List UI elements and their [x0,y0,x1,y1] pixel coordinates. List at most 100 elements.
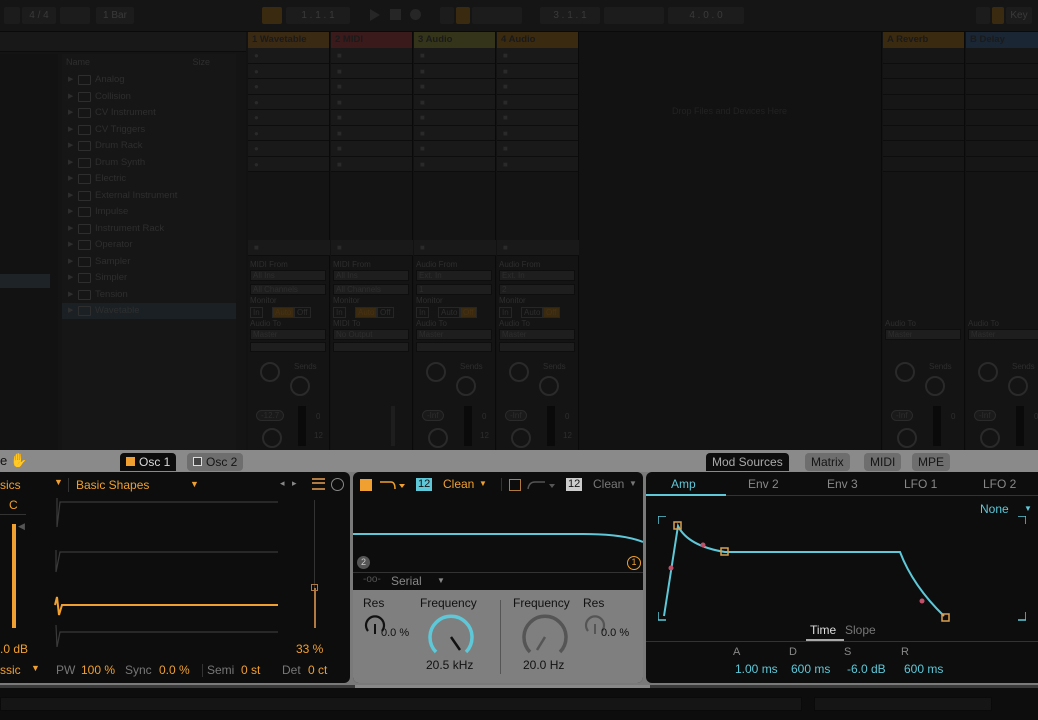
browser-item[interactable]: ▶ CV Triggers [62,122,236,138]
input-type-dropdown[interactable]: All Ins [250,270,326,281]
wavetable-view-list-icon[interactable] [312,478,325,490]
browser-item[interactable]: ▶ CV Instrument [62,105,236,121]
clip-slot[interactable]: ■ [497,141,578,157]
track-volume[interactable]: -Inf [505,410,527,421]
expand-arrow-icon[interactable]: ▶ [68,188,73,204]
clip-slot[interactable]: ■ [331,63,412,79]
track-title[interactable]: 2 MIDI [331,32,412,48]
filter-response-display[interactable] [353,512,643,562]
input-type-dropdown[interactable]: All Ins [333,270,409,281]
browser-item[interactable]: ▶ Drum Synth [62,155,236,171]
clip-stop-button[interactable]: ■ [497,240,579,256]
send-b-knob[interactable] [290,376,310,396]
filter1-frequency-knob[interactable] [426,612,476,658]
clip-slot[interactable]: ● [248,94,329,110]
filter2-circuit[interactable]: Clean [593,477,624,491]
tab-mod-sources[interactable]: Mod Sources [706,453,789,471]
tab-toggle-icon[interactable] [193,457,202,466]
automation-arm-icon[interactable] [456,7,470,24]
clip-slot[interactable]: ■ [331,156,412,172]
clip-slot[interactable]: ■ [331,141,412,157]
pw-value[interactable]: 100 % [81,663,115,677]
send-a-knob[interactable] [895,362,915,382]
clip-slot[interactable]: ■ [414,79,495,95]
send-b-knob[interactable] [456,376,476,396]
monitor-in-button[interactable]: In [250,307,263,318]
monitor-off-button[interactable]: Off [377,307,394,318]
subtab-env-3[interactable]: Env 3 [827,477,858,491]
track-title[interactable]: 4 Audio [497,32,578,48]
wavetable-display[interactable] [52,497,282,647]
filter1-badge[interactable]: 1 [627,556,641,570]
clip-slot[interactable]: ■ [414,141,495,157]
monitor-auto-button[interactable]: Auto [272,307,295,318]
view-time-button[interactable]: Time [810,623,836,637]
browser-item[interactable]: ▶ Operator [62,237,236,253]
clip-stop-button[interactable]: ■ [331,240,413,256]
subtab-lfo-1[interactable]: LFO 1 [904,477,937,491]
clip-slot[interactable]: ● [248,79,329,95]
tab-osc-1[interactable]: Osc 1 [120,453,177,471]
clip-slot[interactable]: ■ [414,125,495,141]
browser-item[interactable]: ▶ External Instrument [62,188,236,204]
clip-slot[interactable]: ■ [497,156,578,172]
monitor-auto-button[interactable]: Auto [521,307,544,318]
expand-arrow-icon[interactable]: ▶ [68,270,73,286]
clip-slot[interactable]: ■ [414,94,495,110]
output-channel-dropdown[interactable] [416,342,492,352]
expand-arrow-icon[interactable]: ▶ [68,72,73,88]
filter2-badge[interactable]: 2 [357,556,370,569]
osc-gain-value[interactable]: .0 dB [0,642,28,656]
filter1-type-lowpass-icon[interactable] [379,479,407,491]
session-record-icon[interactable] [440,7,454,24]
browser-item[interactable]: ▶ Electric [62,171,236,187]
track-volume[interactable]: -12.7 [256,410,285,421]
routing-dropdown-icon[interactable]: ▼ [437,576,445,585]
clip-slot[interactable]: ■ [497,110,578,126]
capture-icons[interactable] [472,7,522,24]
subtab-amp[interactable]: Amp [671,477,696,491]
track-volume[interactable]: -Inf [422,410,444,421]
computer-midi-keyboard-icon[interactable] [992,7,1004,24]
expand-arrow-icon[interactable]: ▶ [68,221,73,237]
category-dropdown-icon[interactable]: ▼ [54,477,63,487]
subtab-lfo-2[interactable]: LFO 2 [983,477,1016,491]
monitor-in-button[interactable]: In [499,307,512,318]
target-dropdown-icon[interactable]: ▼ [1024,504,1032,513]
output-channel-dropdown[interactable] [333,342,409,352]
env-param-value-s[interactable]: -6.0 dB [847,662,886,676]
subtab-env-2[interactable]: Env 2 [748,477,779,491]
play-icon[interactable] [370,9,380,21]
filter2-frequency-knob[interactable] [520,612,570,658]
filter2-freq-value[interactable]: 20.0 Hz [523,658,564,672]
tab-matrix[interactable]: Matrix [805,453,850,471]
browser-item[interactable]: ▶ Analog [62,72,236,88]
send-b-knob[interactable] [539,376,559,396]
filter2-res-value[interactable]: 0.0 % [601,627,629,639]
output-type-dropdown[interactable]: Master [250,329,326,340]
track-pan-knob[interactable] [428,428,448,448]
env-param-value-r[interactable]: 600 ms [904,662,943,676]
filter1-slope[interactable]: 12 [416,478,433,491]
expand-arrow-icon[interactable]: ▶ [68,204,73,220]
clip-slot[interactable]: ● [248,125,329,141]
monitor-off-button[interactable]: Off [294,307,311,318]
clip-slot[interactable]: ■ [414,63,495,79]
return-pan-knob[interactable] [897,428,917,448]
browser-item[interactable]: ▶ Drum Rack [62,138,236,154]
clip-slot[interactable]: ● [248,48,329,64]
output-type-dropdown[interactable]: No Output [333,329,409,340]
send-b-knob[interactable] [1008,376,1028,396]
filter2-slope[interactable]: 12 [566,478,583,491]
monitor-in-button[interactable]: In [333,307,346,318]
prev-wavetable-icon[interactable]: ◂ [280,478,285,489]
filter2-toggle[interactable] [509,479,521,491]
filter-routing[interactable]: Serial [391,574,422,588]
arrangement-position[interactable]: 1 . 1 . 1 [286,7,350,24]
send-a-knob[interactable] [260,362,280,382]
wavetable-dropdown-icon[interactable]: ▼ [190,479,199,489]
osc-gain-slider[interactable] [12,524,16,628]
clip-slot[interactable]: ■ [331,94,412,110]
output-channel-dropdown[interactable] [499,342,575,352]
hand-icon[interactable]: ✋ [10,452,27,469]
